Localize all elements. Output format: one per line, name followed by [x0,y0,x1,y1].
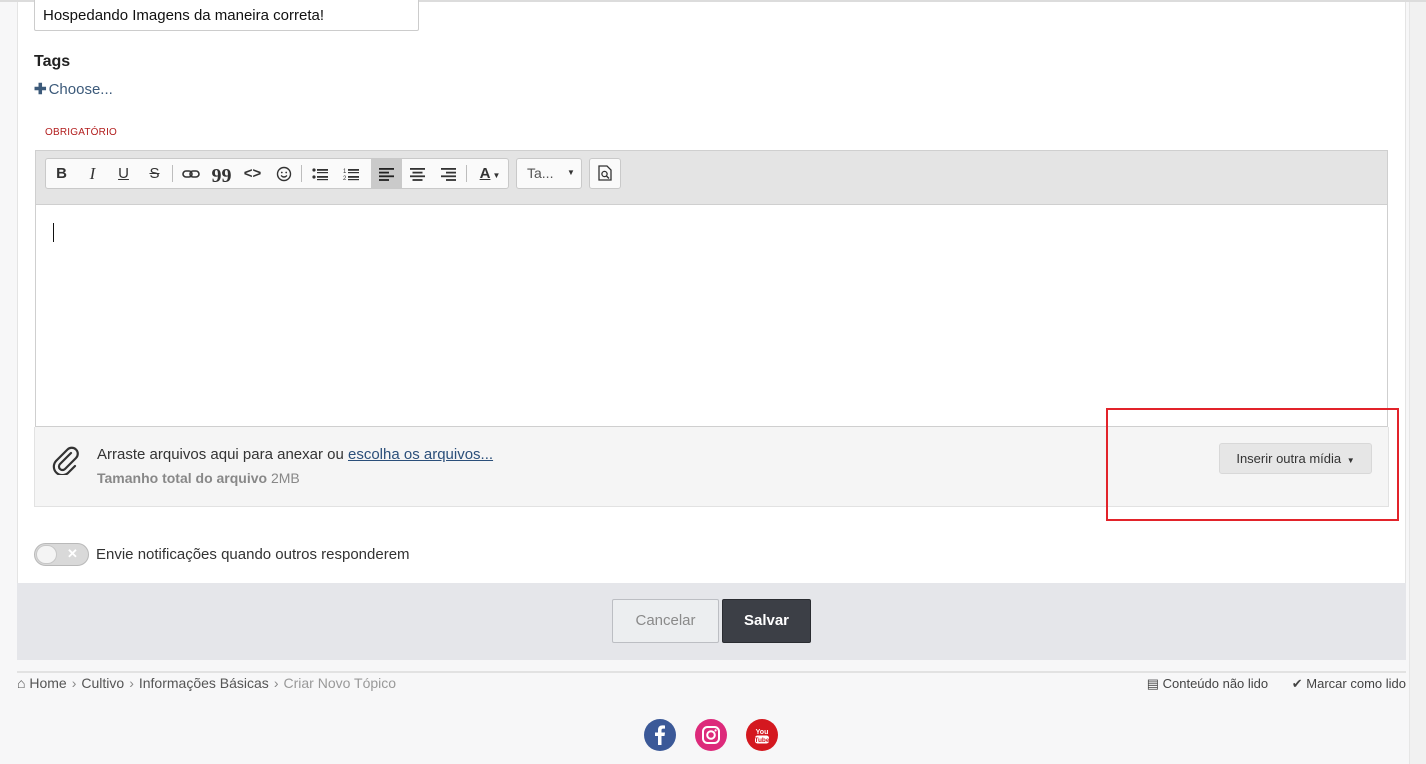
instagram-icon[interactable] [695,719,727,751]
attach-drag-text: Arraste arquivos aqui para anexar ou [97,446,348,463]
text-color-letter: A [479,165,491,182]
link-button[interactable] [175,159,206,188]
breadcrumb-informacoes-basicas[interactable]: Informações Básicas [139,675,269,691]
strikethrough-button[interactable]: S [139,159,170,188]
check-icon: ✔ [1291,676,1303,691]
breadcrumb-current: Criar Novo Tópico [283,675,397,691]
link-icon [181,170,200,178]
attach-size-label: Tamanho total do arquivo [97,470,268,486]
bullet-list-icon [311,168,328,181]
home-icon: ⌂ [17,675,26,691]
svg-text:Tube: Tube [754,737,769,744]
align-right-icon [441,167,456,181]
attach-size-info: Tamanho total do arquivo 2MB [97,470,300,486]
align-left-button[interactable] [371,159,402,188]
mark-read-link[interactable]: Marcar como lido [1306,676,1406,691]
italic-button[interactable]: I [77,159,108,188]
text-caret [53,223,54,242]
attach-size-value: 2MB [270,470,300,486]
newspaper-icon: ▤ [1146,676,1159,691]
close-icon: ✕ [67,546,78,561]
align-right-button[interactable] [433,159,464,188]
notify-toggle[interactable]: ✕ [34,543,89,566]
caret-down-icon: ▼ [492,171,501,180]
align-center-button[interactable] [402,159,433,188]
facebook-icon[interactable] [644,719,676,751]
footer-links: ▤ Conteúdo não lido ✔ Marcar como lido [1147,676,1406,692]
font-dropdown-label: Ta... [527,165,554,181]
unread-content-link[interactable]: Conteúdo não lido [1163,676,1269,691]
toolbar-separator [301,165,302,182]
tags-choose-text: Choose... [48,81,113,98]
bullet-list-button[interactable] [304,159,335,188]
toolbar-separator [172,165,173,182]
bold-button[interactable]: B [46,159,77,188]
emoji-button[interactable] [268,159,299,188]
svg-text:1: 1 [343,169,347,175]
toolbar-separator [466,165,467,182]
breadcrumb: ⌂ Home › Cultivo › Informações Básicas › Criar… [17,675,396,691]
page-scrollbar[interactable] [1409,2,1426,764]
attach-instructions: Arraste arquivos aqui para anexar ou esc… [97,446,493,463]
svg-text:2: 2 [343,176,347,181]
preview-icon [598,165,612,181]
underline-button[interactable]: U [108,159,139,188]
chevron-right-icon: › [71,675,77,691]
plus-icon: ✚ [34,81,47,98]
svg-text:You: You [756,729,769,736]
topic-title-input[interactable]: Hospedando Imagens da maneira correta! [34,0,419,31]
editor-toolbar: B I U S 99 <> 12 A ▼ Ta... ▼ [36,151,1387,205]
numbered-list-icon: 12 [343,169,359,182]
chevron-right-icon: › [129,675,134,691]
caret-down-icon: ▼ [567,168,575,177]
paperclip-icon [52,446,79,475]
facebook-glyph [655,725,665,745]
breadcrumb-cultivo[interactable]: Cultivo [81,675,124,691]
editor-content-area[interactable] [36,206,1387,426]
cancel-button[interactable]: Cancelar [612,599,719,643]
rich-text-editor: B I U S 99 <> 12 A ▼ Ta... ▼ [35,150,1388,427]
choose-files-link[interactable]: escolha os arquivos... [348,446,493,463]
footer-divider [17,671,1406,673]
smiley-icon [276,166,291,182]
font-dropdown[interactable]: Ta... ▼ [516,158,582,189]
save-button[interactable]: Salvar [722,599,811,643]
numbered-list-button[interactable]: 12 [335,159,366,188]
notify-label: Envie notificações quando outros respond… [96,546,410,563]
tags-choose-link[interactable]: ✚ Choose... [34,80,113,98]
code-button[interactable]: <> [237,159,268,188]
toolbar-main-group: B I U S 99 <> 12 A ▼ [45,158,509,189]
tags-label: Tags [34,53,71,70]
align-left-icon [379,167,394,181]
text-color-button[interactable]: A ▼ [472,159,508,188]
chevron-right-icon: › [273,675,279,691]
youtube-icon[interactable]: You Tube [746,719,778,751]
youtube-glyph: YouTube [754,729,769,744]
breadcrumb-home[interactable]: Home [29,675,66,691]
instagram-glyph [702,726,720,744]
toggle-knob [36,545,57,564]
preview-button[interactable] [589,158,621,189]
quote-button[interactable]: 99 [206,159,237,188]
highlight-box [1106,408,1399,521]
required-label: OBRIGATÓRIO [45,127,118,138]
align-center-icon [410,167,425,181]
